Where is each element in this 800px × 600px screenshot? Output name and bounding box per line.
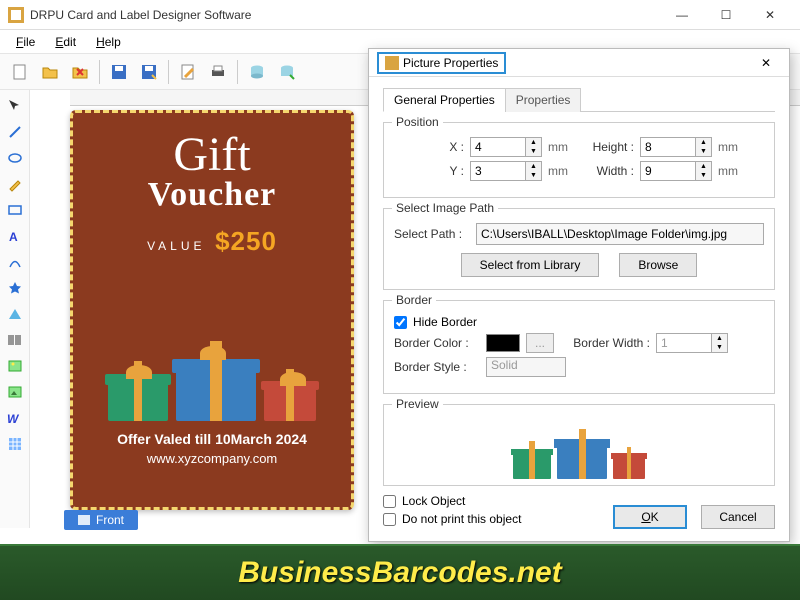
image-path-input[interactable] [476, 223, 764, 245]
side-toolbar: A W [0, 90, 30, 528]
cancel-button[interactable]: Cancel [701, 505, 775, 529]
tab-general-properties[interactable]: General Properties [383, 88, 506, 112]
width-input[interactable] [640, 161, 696, 181]
x-input[interactable] [470, 137, 526, 157]
width-spinner[interactable]: ▲▼ [696, 161, 712, 181]
border-group: Border Hide Border Border Color : ... Bo… [383, 300, 775, 394]
ellipse-icon[interactable] [3, 146, 27, 170]
star-icon[interactable] [3, 276, 27, 300]
print-icon[interactable] [204, 58, 232, 86]
minimize-button[interactable]: — [660, 1, 704, 29]
database-icon[interactable] [243, 58, 271, 86]
menu-edit[interactable]: Edit [47, 33, 84, 51]
x-spinner[interactable]: ▲▼ [526, 137, 542, 157]
rectangle-icon[interactable] [3, 198, 27, 222]
svg-text:W: W [7, 412, 20, 426]
y-input[interactable] [470, 161, 526, 181]
close-file-icon[interactable] [66, 58, 94, 86]
border-color-swatch[interactable] [486, 334, 520, 352]
close-button[interactable]: ✕ [748, 1, 792, 29]
maximize-button[interactable]: ☐ [704, 1, 748, 29]
dialog-titlebar: Picture Properties ✕ [369, 49, 789, 77]
hide-border-checkbox[interactable] [394, 316, 407, 329]
card-url: www.xyzcompany.com [87, 451, 337, 466]
save-as-icon[interactable] [135, 58, 163, 86]
line-icon[interactable] [3, 120, 27, 144]
browse-button[interactable]: Browse [619, 253, 697, 277]
picture-properties-dialog: Picture Properties ✕ General Properties … [368, 48, 790, 542]
card-design[interactable]: Gift Voucher VALUE $250 Offer Valed till… [70, 110, 354, 510]
edit-icon[interactable] [174, 58, 202, 86]
preview-group: Preview [383, 404, 775, 486]
pointer-icon[interactable] [3, 94, 27, 118]
database-export-icon[interactable] [273, 58, 301, 86]
border-width-spinner[interactable]: ▲▼ [712, 333, 728, 353]
dialog-tabs: General Properties Properties [383, 87, 775, 112]
height-spinner[interactable]: ▲▼ [696, 137, 712, 157]
window-title: DRPU Card and Label Designer Software [30, 8, 660, 22]
position-group: Position X : ▲▼ mm Height : ▲▼ mm Y : ▲▼… [383, 122, 775, 198]
image-icon[interactable] [3, 354, 27, 378]
border-width-input[interactable] [656, 333, 712, 353]
border-style-select[interactable]: Solid [486, 357, 566, 377]
dialog-title: Picture Properties [377, 52, 506, 74]
open-icon[interactable] [36, 58, 64, 86]
save-icon[interactable] [105, 58, 133, 86]
height-input[interactable] [640, 137, 696, 157]
image-path-group: Select Image Path Select Path : Select f… [383, 208, 775, 290]
card-gift-image [87, 271, 337, 421]
arc-icon[interactable] [3, 250, 27, 274]
menu-help[interactable]: Help [88, 33, 129, 51]
y-spinner[interactable]: ▲▼ [526, 161, 542, 181]
pencil-icon[interactable] [3, 172, 27, 196]
border-color-picker-button[interactable]: ... [526, 333, 554, 353]
tab-front[interactable]: Front [64, 510, 138, 530]
menu-file[interactable]: File [8, 33, 43, 51]
select-from-library-button[interactable]: Select from Library [461, 253, 600, 277]
library-image-icon[interactable] [3, 380, 27, 404]
tab-properties[interactable]: Properties [505, 88, 582, 112]
card-offer-text: Offer Valed till 10March 2024 [87, 431, 337, 447]
triangle-icon[interactable] [3, 302, 27, 326]
text-icon[interactable]: A [3, 224, 27, 248]
titlebar: DRPU Card and Label Designer Software — … [0, 0, 800, 30]
card-title-gift: Gift [87, 133, 337, 176]
picture-icon [385, 56, 399, 70]
preview-image [394, 419, 764, 479]
wordart-icon[interactable]: W [3, 406, 27, 430]
brand-footer: BusinessBarcodes.net [0, 544, 800, 600]
do-not-print-checkbox[interactable] [383, 513, 396, 526]
dialog-close-button[interactable]: ✕ [751, 56, 781, 70]
barcode-icon[interactable] [3, 328, 27, 352]
page-tabs: Front [64, 508, 138, 532]
ok-button[interactable]: OK [613, 505, 687, 529]
new-icon[interactable] [6, 58, 34, 86]
grid-icon[interactable] [3, 432, 27, 456]
svg-text:A: A [9, 230, 18, 244]
card-title-voucher: Voucher [87, 176, 337, 214]
lock-object-checkbox[interactable] [383, 495, 396, 508]
app-icon [8, 7, 24, 23]
card-value: VALUE $250 [87, 226, 337, 257]
